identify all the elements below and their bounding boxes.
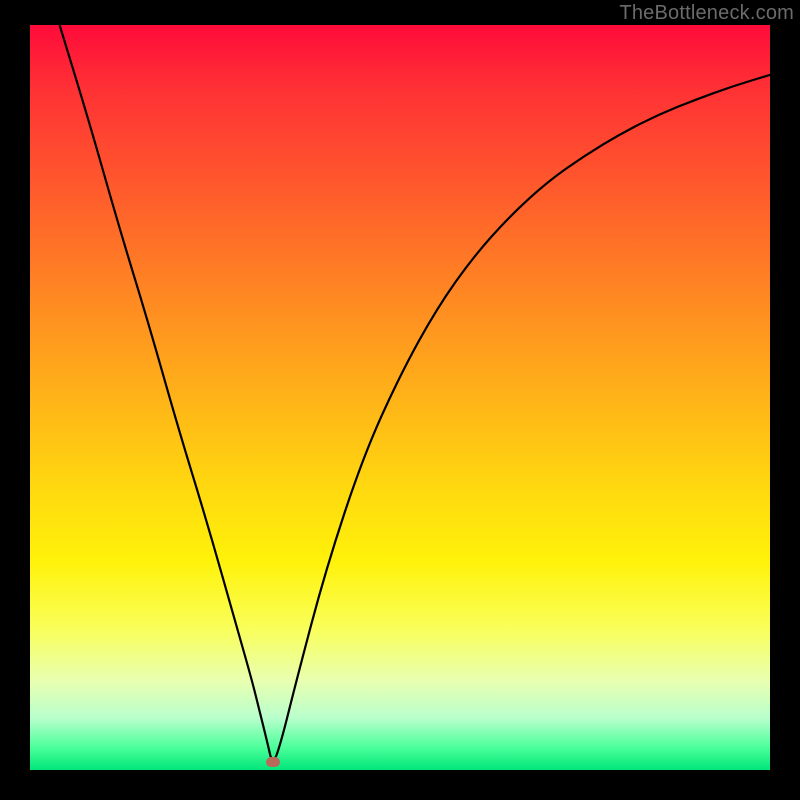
plot-area (30, 25, 770, 770)
watermark-text: TheBottleneck.com (619, 2, 794, 25)
chart-stage: TheBottleneck.com (0, 0, 800, 800)
optimal-marker (266, 757, 280, 767)
curve-svg (30, 25, 770, 770)
bottleneck-curve (60, 25, 770, 760)
